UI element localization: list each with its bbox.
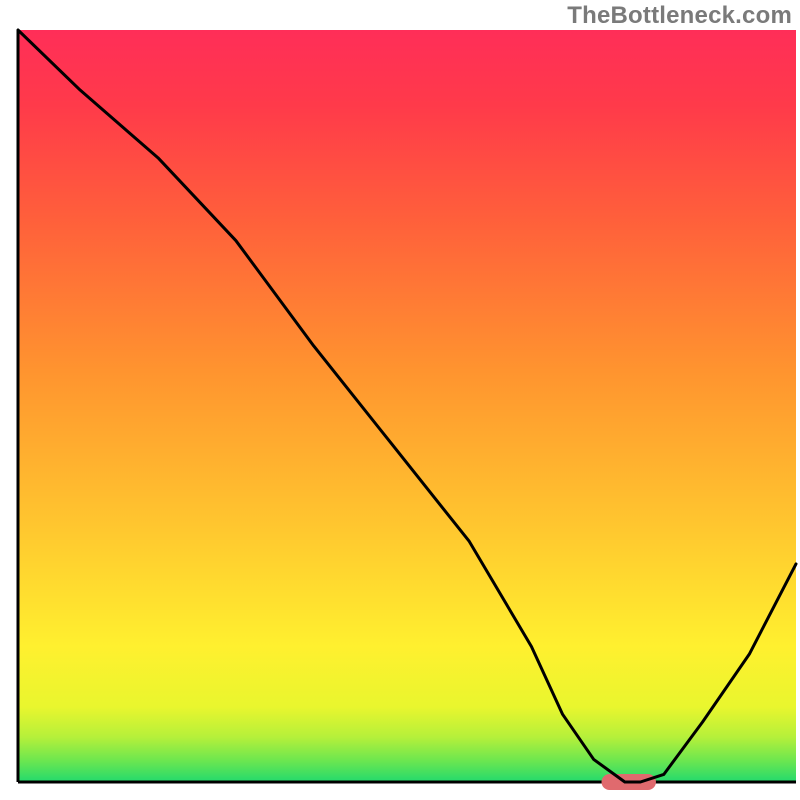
chart-svg bbox=[0, 0, 800, 800]
watermark-text: TheBottleneck.com bbox=[567, 2, 792, 30]
chart-container: TheBottleneck.com bbox=[0, 0, 800, 800]
plot-background bbox=[18, 30, 796, 782]
